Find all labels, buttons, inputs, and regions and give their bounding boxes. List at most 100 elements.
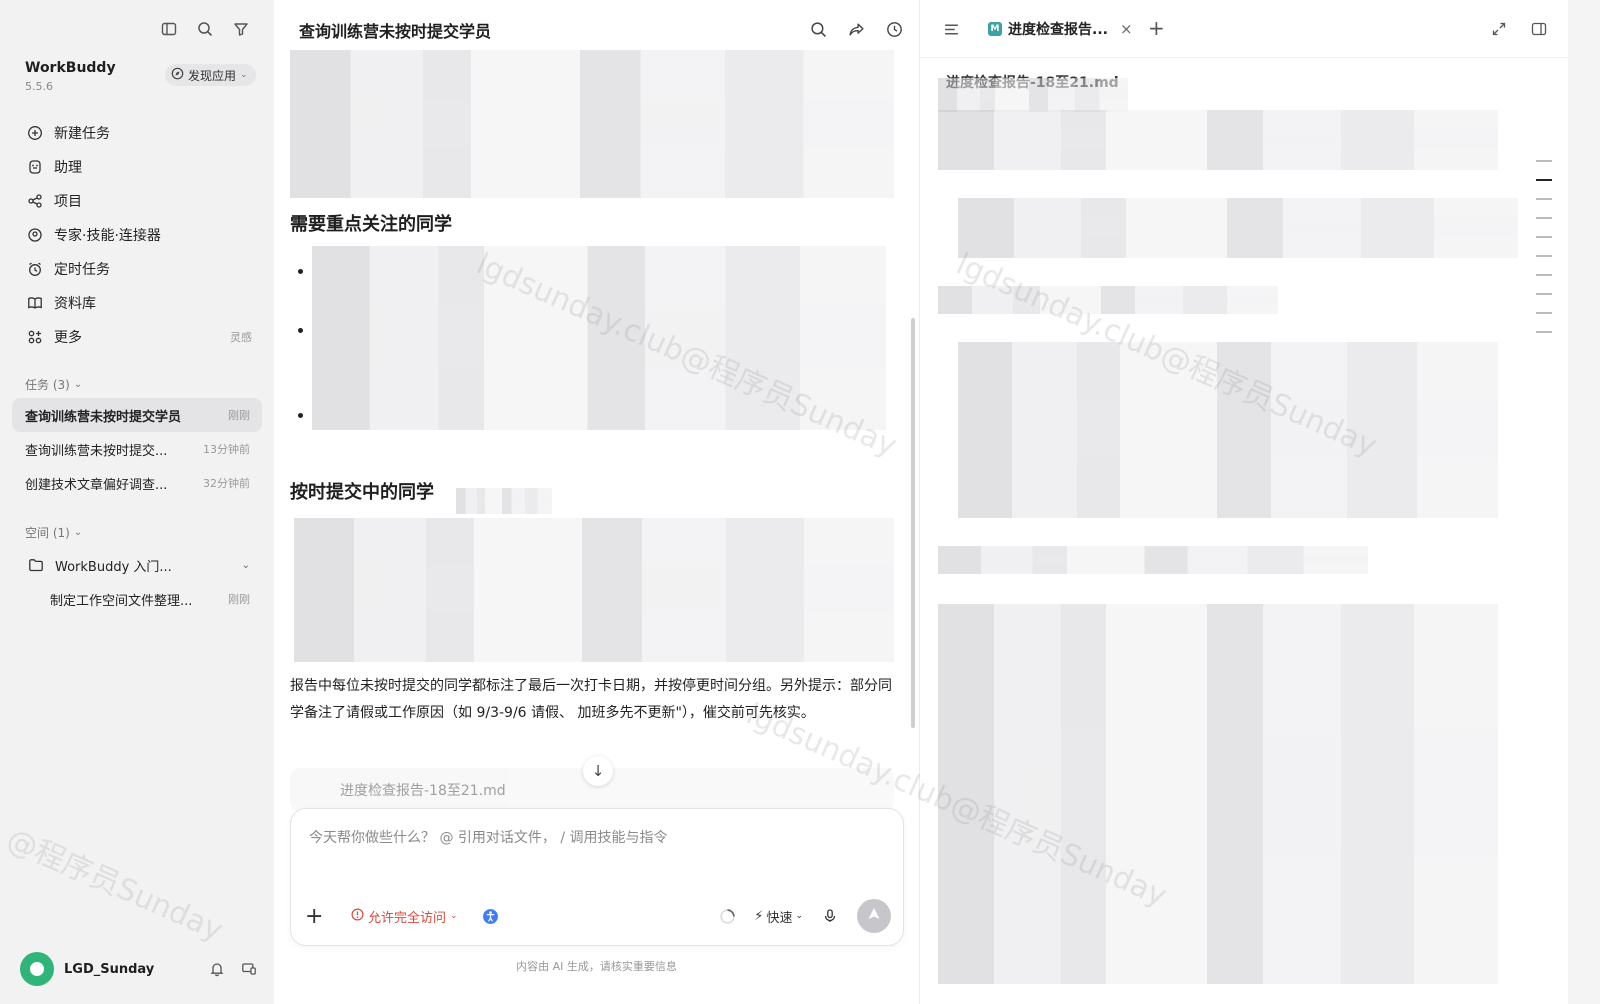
panel-toggle-icon[interactable] bbox=[1528, 18, 1550, 40]
ai-disclaimer: 内容由 AI 生成，请核实重要信息 bbox=[516, 960, 677, 973]
task-item[interactable]: 查询训练营未按时提交学员 刚刚 bbox=[12, 398, 262, 432]
nav-item-assistant[interactable]: 助理 bbox=[14, 150, 262, 184]
discover-icon bbox=[171, 67, 184, 83]
filter-icon[interactable] bbox=[230, 18, 252, 40]
nav-item-new-task[interactable]: 新建任务 bbox=[14, 116, 262, 150]
space-task-item[interactable]: 制定工作空间文件整理... 刚刚 bbox=[12, 582, 262, 616]
space-item[interactable]: WorkBuddy 入门... ⌄ bbox=[12, 548, 262, 582]
section-heading-ontime: 按时提交中的同学 bbox=[290, 482, 434, 503]
app-window: WorkBuddy 5.5.6 发现应用 ⌄ 新建任务 助理 项目 专家·技能·… bbox=[0, 0, 1568, 1004]
plus-circle-icon bbox=[24, 122, 46, 144]
redacted-doc-block bbox=[958, 198, 1518, 258]
accessibility-icon[interactable] bbox=[480, 905, 502, 927]
folder-icon bbox=[25, 554, 47, 576]
composer-toolbar: + 允许完全访问 ⌄ ⚡︎ 快速 ⌄ bbox=[305, 899, 891, 933]
task-title: 查询训练营未按时提交... bbox=[25, 443, 168, 459]
redacted-doc-block bbox=[958, 342, 1498, 518]
nav-label: 定时任务 bbox=[54, 262, 110, 278]
task-time: 32分钟前 bbox=[203, 477, 250, 490]
task-item[interactable]: 查询训练营未按时提交... 13分钟前 bbox=[12, 432, 262, 466]
share-icon[interactable] bbox=[845, 18, 867, 40]
chat-panel: 查询训练营未按时提交学员 需要重点关注的同学 按时提交中的同学 报告中每位未按时… bbox=[274, 0, 920, 1004]
speed-mode-label: 快速 bbox=[766, 910, 793, 926]
bullet bbox=[298, 269, 303, 274]
chevron-down-icon: ⌄ bbox=[450, 911, 458, 921]
add-attachment-button[interactable]: + bbox=[305, 904, 335, 929]
brand: WorkBuddy 5.5.6 bbox=[25, 60, 116, 93]
main-nav: 新建任务 助理 项目 专家·技能·连接器 定时任务 资料库 更多 灵感 bbox=[14, 116, 262, 354]
task-item[interactable]: 创建技术文章偏好调查... 32分钟前 bbox=[12, 466, 262, 500]
nav-item-scheduled[interactable]: 定时任务 bbox=[14, 252, 262, 286]
spaces-section-header[interactable]: 空间 (1) ⌄ bbox=[25, 524, 82, 541]
new-tab-button[interactable]: + bbox=[1148, 16, 1165, 40]
redacted-doc-heading bbox=[938, 286, 1278, 314]
space-title: WorkBuddy 入门... bbox=[55, 559, 172, 575]
discover-apps-label: 发现应用 bbox=[188, 68, 237, 83]
sidebar-toggle-icon[interactable] bbox=[158, 18, 180, 40]
doc-tab[interactable]: M 进度检查报告... × bbox=[982, 14, 1139, 44]
task-list: 查询训练营未按时提交学员 刚刚 查询训练营未按时提交... 13分钟前 创建技术… bbox=[12, 398, 262, 500]
menu-icon[interactable] bbox=[940, 18, 962, 40]
device-switch-icon[interactable] bbox=[238, 958, 260, 980]
bullet bbox=[298, 413, 303, 418]
nav-item-experts[interactable]: 专家·技能·连接器 bbox=[14, 218, 262, 252]
lightning-icon: ⚡︎ bbox=[754, 908, 764, 924]
space-task-time: 刚刚 bbox=[228, 593, 250, 606]
user-bar: LGD_Sunday bbox=[20, 952, 260, 986]
message-composer[interactable]: 今天帮你做些什么？ @ 引用对话文件， / 调用技能与指令 + 允许完全访问 ⌄… bbox=[290, 808, 904, 946]
expand-icon[interactable] bbox=[1488, 18, 1510, 40]
loading-spinner-icon bbox=[716, 905, 738, 927]
nav-label: 新建任务 bbox=[54, 126, 110, 142]
outline-minimap[interactable] bbox=[1536, 160, 1552, 350]
history-icon[interactable] bbox=[883, 18, 905, 40]
task-title: 查询训练营未按时提交学员 bbox=[25, 409, 182, 425]
microphone-icon[interactable] bbox=[819, 905, 841, 927]
speed-mode-dropdown[interactable]: ⚡︎ 快速 ⌄ bbox=[754, 907, 803, 926]
redacted-doc-heading bbox=[938, 546, 1368, 574]
markdown-file-icon: M bbox=[988, 22, 1002, 36]
redacted-count bbox=[456, 488, 552, 514]
composer-placeholder[interactable]: 今天帮你做些什么？ @ 引用对话文件， / 调用技能与指令 bbox=[309, 827, 668, 847]
document-panel: M 进度检查报告... × + 进度检查报告-18至21.md bbox=[920, 0, 1568, 1004]
search-icon[interactable] bbox=[194, 18, 216, 40]
nav-hint: 灵感 bbox=[230, 331, 252, 344]
tasks-header-label: 任务 (3) bbox=[25, 378, 70, 392]
arrow-down-icon: ↓ bbox=[591, 762, 605, 780]
chat-scrollbar[interactable] bbox=[911, 318, 915, 728]
bell-icon[interactable] bbox=[206, 958, 228, 980]
search-icon[interactable] bbox=[807, 18, 829, 40]
task-time: 刚刚 bbox=[228, 409, 250, 422]
redacted-doc-block bbox=[938, 110, 1498, 170]
task-time: 13分钟前 bbox=[203, 443, 250, 456]
space-list: WorkBuddy 入门... ⌄ 制定工作空间文件整理... 刚刚 bbox=[12, 548, 262, 616]
scroll-to-bottom-button[interactable]: ↓ bbox=[583, 756, 613, 786]
avatar[interactable] bbox=[20, 952, 54, 986]
space-task-title: 制定工作空间文件整理... bbox=[50, 593, 193, 609]
user-name: LGD_Sunday bbox=[64, 961, 155, 977]
discover-apps-button[interactable]: 发现应用 ⌄ bbox=[165, 64, 256, 86]
send-button[interactable] bbox=[857, 899, 891, 933]
access-mode-dropdown[interactable]: 允许完全访问 ⌄ bbox=[351, 907, 458, 926]
bullet bbox=[298, 328, 303, 333]
chat-title: 查询训练营未按时提交学员 bbox=[299, 22, 492, 41]
chevron-down-icon[interactable]: ⌄ bbox=[242, 560, 250, 571]
alarm-icon bbox=[24, 258, 46, 280]
close-icon[interactable]: × bbox=[1120, 20, 1133, 38]
nav-item-more[interactable]: 更多 灵感 bbox=[14, 320, 262, 354]
redacted-doc-block bbox=[938, 604, 1498, 984]
book-icon bbox=[24, 292, 46, 314]
app-name: WorkBuddy bbox=[25, 60, 116, 76]
nav-item-project[interactable]: 项目 bbox=[14, 184, 262, 218]
nav-item-library[interactable]: 资料库 bbox=[14, 286, 262, 320]
redacted-table bbox=[290, 50, 894, 198]
nav-label: 更多 bbox=[54, 330, 82, 346]
window-edge bbox=[1568, 0, 1600, 1004]
chevron-down-icon: ⌄ bbox=[73, 379, 83, 390]
doc-window-controls bbox=[1488, 18, 1550, 40]
nav-label: 专家·技能·连接器 bbox=[54, 228, 161, 244]
sidebar: WorkBuddy 5.5.6 发现应用 ⌄ 新建任务 助理 项目 专家·技能·… bbox=[0, 0, 274, 1004]
send-arrow-icon bbox=[866, 906, 882, 926]
doc-tab-bar: M 进度检查报告... × + bbox=[920, 0, 1568, 58]
tasks-section-header[interactable]: 任务 (3) ⌄ bbox=[25, 376, 82, 393]
project-icon bbox=[24, 190, 46, 212]
